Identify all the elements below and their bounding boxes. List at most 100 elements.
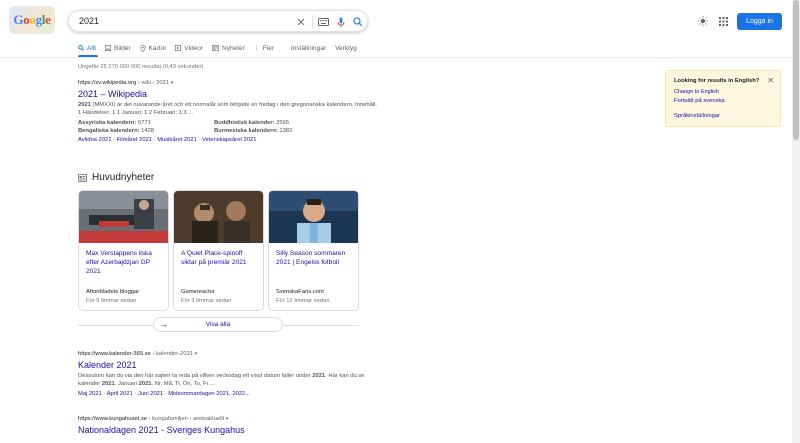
result-path: › kalender-2021 bbox=[150, 351, 194, 357]
tab-label: Verktyg bbox=[335, 44, 357, 52]
search-icon bbox=[78, 45, 84, 51]
news-card[interactable]: Silly Season sommaren 2021 | Engelsk fot… bbox=[268, 190, 359, 311]
result-title[interactable]: Kalender 2021 bbox=[78, 360, 378, 370]
result-title[interactable]: 2021 – Wikipedia bbox=[78, 89, 378, 99]
snippet-text: . Nr. Må, Ti, On, To, Fr ... bbox=[151, 381, 215, 387]
result-snippet: 2021 (MMXXI) är det nuvarande året och e… bbox=[78, 101, 378, 117]
search-divider bbox=[312, 15, 313, 29]
tab-tools[interactable]: Verktyg bbox=[335, 42, 357, 54]
fact-value: 2565 bbox=[276, 120, 290, 126]
tab-maps[interactable]: Kartor bbox=[140, 42, 166, 54]
result-facts: Assyriska kalendern: 6771 Buddhistisk ka… bbox=[78, 120, 378, 134]
result-stats: Ungefär 25 270 000 000 resultat (0,43 se… bbox=[78, 64, 204, 70]
tab-label: Allt bbox=[87, 44, 97, 52]
search-box[interactable]: ✕ bbox=[68, 10, 368, 32]
news-time: För 3 timmar sedan bbox=[181, 298, 232, 304]
theme-toggle-icon[interactable] bbox=[695, 13, 711, 29]
fact-label: Assyriska kalendern: bbox=[78, 120, 137, 126]
apps-grid-icon[interactable] bbox=[715, 13, 731, 29]
newspaper-icon bbox=[212, 45, 220, 51]
fact-row: Burmesiska kalendern: 1383 bbox=[214, 128, 354, 134]
sitelink[interactable]: Maj 2021 bbox=[78, 391, 102, 397]
tab-label: Fler bbox=[262, 44, 274, 52]
logo-text: Google bbox=[13, 12, 51, 27]
language-settings-link[interactable]: Språkinställningar bbox=[674, 113, 772, 119]
news-source: SvenskaFans.com bbox=[276, 289, 324, 295]
result-sitelinks: Avlidna 2021 · Filmåret 2021 · Musikåret… bbox=[78, 137, 257, 143]
sitelink[interactable]: Musikåret 2021 bbox=[157, 137, 197, 143]
tab-label: Bilder bbox=[114, 44, 131, 52]
result-path: › kungafamiljen › aretsaktuellt bbox=[146, 416, 225, 422]
login-button[interactable]: Logga in bbox=[737, 13, 782, 30]
result-url[interactable]: https://www.kalender-365.se › kalender-2… bbox=[78, 351, 378, 357]
chevron-down-icon[interactable]: ▾ bbox=[171, 80, 174, 86]
arrow-right-icon: → bbox=[160, 320, 168, 329]
news-title: A Quiet Place-spinoff siktar på premiär … bbox=[181, 250, 247, 266]
continue-swedish-link[interactable]: Fortsätt på svenska bbox=[674, 98, 772, 104]
tab-label: Videor bbox=[184, 44, 204, 52]
chevron-down-icon[interactable]: ▾ bbox=[226, 416, 229, 422]
map-pin-icon bbox=[140, 44, 146, 52]
result-url[interactable]: https://www.kungahuset.se › kungafamilje… bbox=[78, 416, 378, 422]
news-carousel: Max Verstappens ilska efter Azerbajdzjan… bbox=[78, 190, 359, 311]
snippet-text: . Januari bbox=[114, 381, 139, 387]
image-icon bbox=[105, 45, 112, 51]
snippet-highlight: 2021 bbox=[312, 373, 326, 379]
search-input[interactable] bbox=[79, 16, 279, 26]
close-icon[interactable]: ✕ bbox=[767, 76, 774, 85]
language-question: Looking for results in English? bbox=[674, 78, 760, 84]
result-title[interactable]: Nationaldagen 2021 - Sveriges Kungahus bbox=[78, 425, 378, 435]
microphone-icon[interactable] bbox=[333, 14, 349, 30]
tab-settings[interactable]: Inställningar bbox=[291, 42, 326, 54]
change-language-link[interactable]: Change to English bbox=[674, 89, 772, 95]
fact-row: Bengaliska kalendern: 1428 bbox=[78, 128, 214, 134]
google-logo[interactable]: Google bbox=[9, 6, 55, 34]
keyboard-icon[interactable] bbox=[315, 14, 331, 30]
top-stories-title: Huvudnyheter bbox=[92, 172, 155, 183]
view-all-label: Visa alla bbox=[205, 321, 231, 328]
snippet-highlight: 2021 bbox=[78, 102, 91, 108]
snippet-highlight: 2021 bbox=[138, 381, 152, 387]
search-result: https://www.kalender-365.se › kalender-2… bbox=[78, 351, 378, 397]
news-title: Silly Season sommaren 2021 | Engelsk fot… bbox=[276, 250, 346, 266]
tab-videos[interactable]: Videor bbox=[175, 42, 203, 54]
sitelink[interactable]: April 2021 bbox=[107, 391, 133, 397]
tab-label: Inställningar bbox=[291, 44, 327, 52]
view-all-button[interactable]: → Visa alla bbox=[153, 317, 283, 332]
result-url[interactable]: https://sv.wikipedia.org › wiki › 2021 ▾ bbox=[78, 80, 378, 86]
sitelink[interactable]: Vetenskapsåret 2021 bbox=[202, 137, 256, 143]
snippet-text: Dessutom kan du via den här sajten ta re… bbox=[78, 373, 313, 379]
clear-icon[interactable]: ✕ bbox=[293, 14, 309, 30]
tab-all[interactable]: Allt bbox=[78, 42, 96, 54]
sitelink[interactable]: Juni 2021 bbox=[138, 391, 163, 397]
chevron-down-icon[interactable]: ▾ bbox=[195, 351, 198, 357]
result-domain: https://www.kalender-365.se bbox=[78, 351, 151, 357]
scrollbar-thumb[interactable] bbox=[793, 0, 799, 140]
tab-news[interactable]: Nyheter bbox=[212, 42, 245, 54]
search-result: https://sv.wikipedia.org › wiki › 2021 ▾… bbox=[78, 80, 378, 143]
header-divider bbox=[0, 57, 800, 58]
fact-label: Burmesiska kalendern: bbox=[214, 128, 278, 134]
sitelink[interactable]: Midsommardagen 2021, 2022... bbox=[168, 391, 250, 397]
news-title: Max Verstappens ilska efter Azerbajdzjan… bbox=[86, 250, 152, 275]
news-thumbnail bbox=[79, 191, 168, 243]
fact-row: Buddhistisk kalender: 2565 bbox=[214, 120, 354, 126]
video-icon bbox=[175, 45, 182, 51]
news-card[interactable]: A Quiet Place-spinoff siktar på premiär … bbox=[173, 190, 264, 311]
result-sitelinks: Maj 2021 · April 2021 · Juni 2021 · Mids… bbox=[78, 391, 251, 397]
news-card[interactable]: Max Verstappens ilska efter Azerbajdzjan… bbox=[78, 190, 169, 311]
tab-more[interactable]: ⋮ Fler bbox=[254, 42, 274, 54]
search-tabs: Allt Bilder Kartor Videor Nyheter ⋮ Fler… bbox=[78, 42, 366, 54]
fact-label: Buddhistisk kalender: bbox=[214, 120, 275, 126]
result-path: › wiki › 2021 bbox=[136, 80, 170, 86]
news-source: Aftonbladets bloggar bbox=[86, 289, 140, 295]
page-scrollbar[interactable] bbox=[792, 0, 800, 443]
fact-value: 6771 bbox=[137, 120, 151, 126]
result-domain: https://www.kungahuset.se bbox=[78, 416, 147, 422]
tab-images[interactable]: Bilder bbox=[105, 42, 131, 54]
snippet-highlight: 2021 bbox=[101, 381, 115, 387]
search-icon[interactable] bbox=[350, 14, 366, 30]
sitelink[interactable]: Avlidna 2021 bbox=[78, 137, 111, 143]
sitelink[interactable]: Filmåret 2021 bbox=[117, 137, 152, 143]
result-snippet: Dessutom kan du via den här sajten ta re… bbox=[78, 372, 378, 388]
